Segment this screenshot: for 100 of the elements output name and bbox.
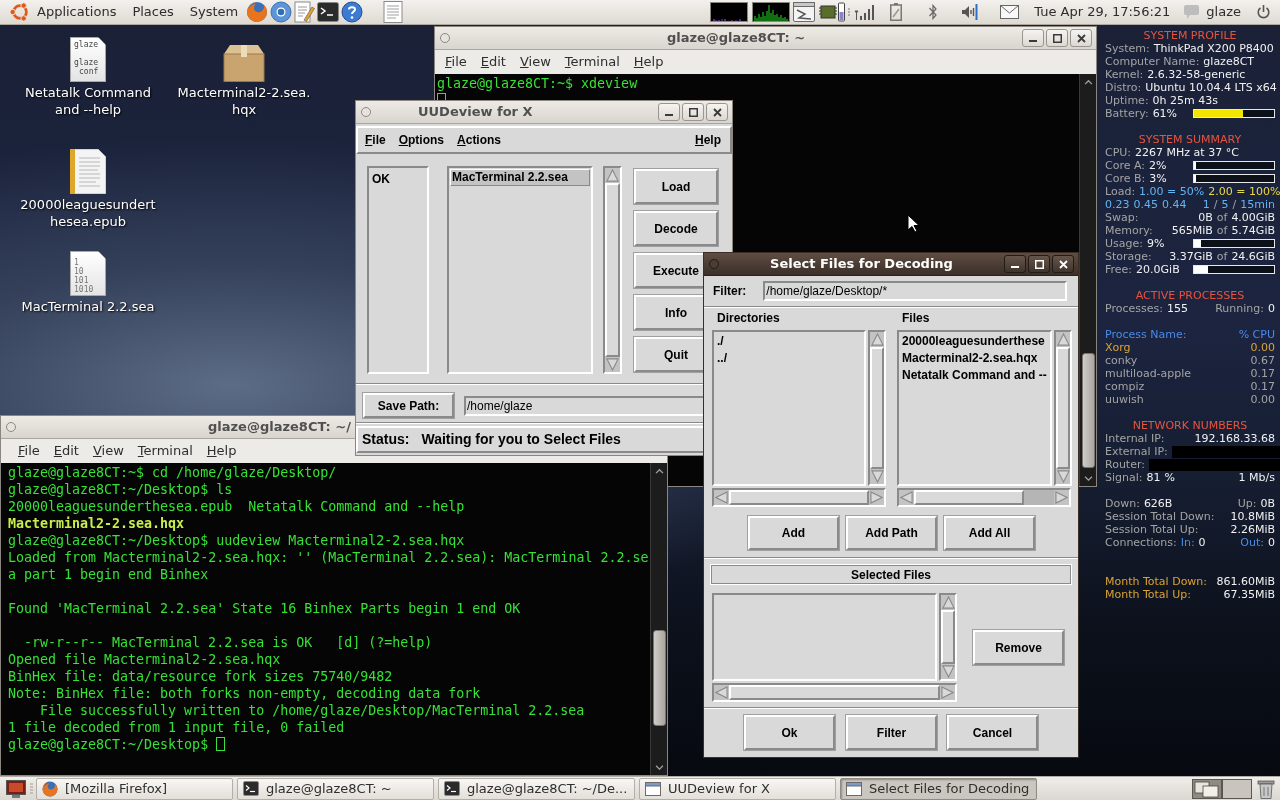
circle-icon[interactable] — [361, 107, 371, 117]
dialog-button[interactable]: Cancel — [947, 715, 1038, 750]
activity-graph[interactable] — [710, 2, 749, 22]
list-item[interactable]: 20000leaguesunderthese — [900, 333, 1049, 350]
menu-item[interactable]: File — [445, 52, 467, 72]
package-icon[interactable] — [222, 44, 266, 82]
panel-clock[interactable]: Tue Apr 29, 17:56:21 — [1034, 2, 1171, 22]
panel-menu[interactable]: Places — [132, 2, 174, 22]
menu-item[interactable]: Help — [633, 52, 664, 72]
circle-icon[interactable] — [6, 422, 16, 432]
activity-graph[interactable] — [752, 2, 791, 22]
dialog-button[interactable]: Ok — [744, 715, 835, 750]
filter-field[interactable]: /home/glaze/Desktop/* — [763, 281, 1068, 301]
maximize-button[interactable] — [1046, 29, 1068, 47]
list-box[interactable]: MacTerminal 2.2.sea — [447, 166, 593, 374]
remove-button[interactable]: Remove — [973, 630, 1064, 665]
left-arrow-icon[interactable] — [900, 491, 913, 504]
menu-item[interactable]: Help — [206, 441, 237, 461]
title-bar[interactable]: UUDeview for X — [356, 101, 732, 124]
menu-item[interactable]: Edit — [480, 52, 506, 72]
add-button[interactable]: Add All — [944, 516, 1035, 550]
right-arrow-icon[interactable] — [870, 491, 883, 504]
scrollbar[interactable] — [712, 488, 886, 507]
close-button[interactable] — [1070, 29, 1092, 47]
desktop-icon-label[interactable]: Macterminal2-2.sea. hqx — [177, 84, 311, 118]
menu-item[interactable]: Edit — [53, 441, 79, 461]
right-arrow-icon[interactable] — [1055, 491, 1068, 504]
scrollbar-thumb[interactable] — [1081, 352, 1095, 469]
scrollbar[interactable] — [650, 463, 667, 775]
list-item[interactable]: ../ — [715, 350, 863, 367]
save-path-button[interactable]: Save Path: — [363, 393, 454, 418]
scrollbar[interactable] — [712, 683, 957, 702]
terminal-screen[interactable] — [1, 463, 650, 775]
taskbar-button[interactable]: Select Files for Decoding — [840, 777, 1037, 800]
list-box[interactable]: 20000leaguesunderthese Macterminal2-2.sea.hqx Netatalk Command and -- — [897, 330, 1052, 486]
list-item[interactable]: Macterminal2-2.sea.hqx — [900, 350, 1049, 367]
chip-icon[interactable] — [819, 2, 846, 22]
bluetooth-icon[interactable] — [929, 4, 938, 20]
scrollbar[interactable] — [897, 488, 1071, 507]
panel-menu[interactable]: System — [189, 2, 239, 22]
close-button[interactable] — [1052, 255, 1074, 273]
battery-icon[interactable] — [890, 3, 903, 21]
user-name[interactable]: glaze — [1206, 2, 1241, 22]
desktop-icon-label[interactable]: MacTerminal 2.2.sea — [21, 298, 155, 315]
help-icon[interactable] — [341, 1, 364, 23]
desktop-icon-label[interactable]: 20000leaguesundert hesea.epub — [20, 196, 156, 230]
ubuntu-logo-icon[interactable] — [9, 1, 31, 23]
list-box[interactable] — [712, 593, 937, 681]
maximize-button[interactable] — [1028, 255, 1050, 273]
speaker-icon[interactable] — [962, 4, 980, 20]
add-button[interactable]: Add Path — [846, 516, 937, 550]
circle-icon[interactable] — [440, 33, 450, 43]
file-thumbnail[interactable]: 1 10 101 1010 — [70, 251, 106, 296]
maximize-button[interactable] — [682, 103, 704, 121]
monitor-icon[interactable] — [6, 779, 26, 798]
right-arrow-icon[interactable] — [941, 686, 954, 699]
list-box[interactable]: OK — [367, 166, 429, 374]
taskbar-button[interactable]: [Mozilla Firefox] — [36, 777, 233, 800]
power-icon[interactable] — [1257, 5, 1270, 19]
left-arrow-icon[interactable] — [715, 686, 728, 699]
menu-item[interactable]: View — [519, 52, 551, 72]
list-item[interactable]: ./ — [715, 333, 863, 350]
close-button[interactable] — [706, 103, 728, 121]
terminal-icon[interactable] — [317, 2, 340, 22]
menu-item[interactable]: Help — [695, 131, 721, 149]
menu-item[interactable]: Actions — [457, 131, 502, 149]
left-arrow-icon[interactable] — [715, 491, 728, 504]
minimize-button[interactable] — [1022, 29, 1044, 47]
document-icon[interactable] — [383, 1, 404, 23]
desktop-icon-label[interactable]: Netatalk Command and --help — [18, 84, 158, 118]
ring-icon[interactable] — [270, 1, 293, 23]
scrollbar-thumb[interactable] — [652, 630, 666, 727]
scrollbar[interactable] — [1079, 74, 1096, 486]
taskbar-button[interactable]: UUDeview for X — [639, 777, 836, 800]
trash-icon[interactable] — [1257, 778, 1275, 799]
document-icon[interactable] — [70, 149, 106, 194]
circle-icon[interactable] — [709, 259, 719, 269]
menu-item[interactable]: Options — [398, 131, 445, 149]
minimize-button[interactable] — [658, 103, 680, 121]
menu-item[interactable]: File — [18, 441, 40, 461]
file-thumbnail[interactable]: glaze glaze conf — [70, 37, 106, 82]
window-icon[interactable] — [793, 2, 816, 22]
list-item[interactable]: Netatalk Command and -- — [900, 367, 1049, 384]
menu-item[interactable]: Terminal — [137, 441, 193, 461]
list-box[interactable]: ./ ../ — [712, 330, 866, 486]
globe-icon[interactable] — [246, 1, 269, 23]
menu-item[interactable]: View — [92, 441, 124, 461]
panel-menu[interactable]: Applications — [37, 2, 117, 22]
add-button[interactable]: Add — [748, 516, 839, 550]
list-item[interactable]: MacTerminal 2.2.sea — [450, 169, 590, 186]
menu-item[interactable]: File — [365, 131, 386, 149]
title-bar[interactable]: Select Files for Decoding — [704, 253, 1078, 276]
taskbar-button[interactable]: glaze@glaze8CT: ~/De... — [438, 777, 635, 800]
menu-item[interactable]: Terminal — [564, 52, 620, 72]
grip-icon[interactable] — [30, 782, 33, 795]
workspaces-icon[interactable] — [1192, 778, 1252, 799]
title-bar[interactable]: glaze@glaze8CT: ~ — [435, 27, 1096, 50]
minimize-button[interactable] — [1004, 255, 1026, 273]
action-button[interactable]: Decode — [634, 211, 718, 246]
envelope-icon[interactable] — [1000, 5, 1020, 19]
